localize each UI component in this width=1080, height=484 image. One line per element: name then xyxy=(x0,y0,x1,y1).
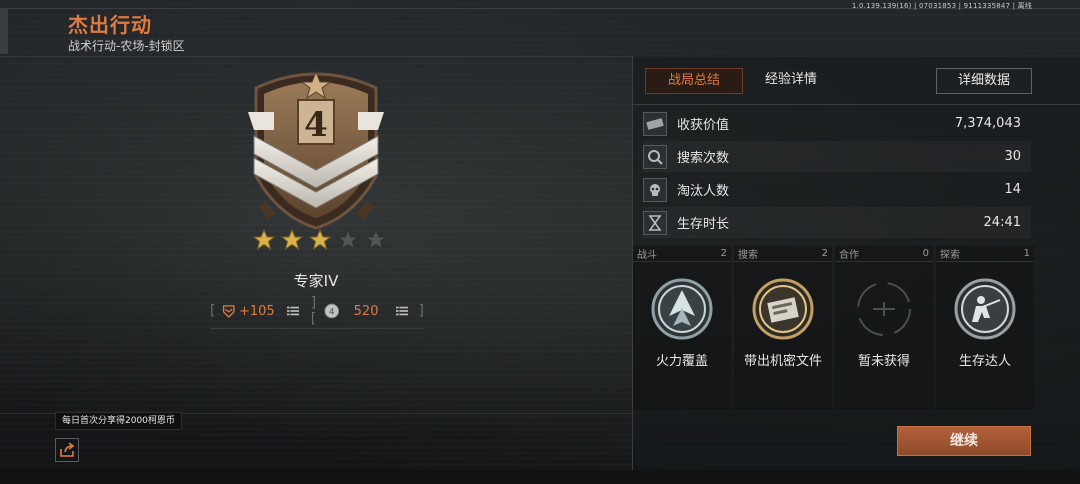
tab-battle-summary[interactable]: 战局总结 xyxy=(645,68,744,94)
medal-card-combat[interactable]: 战斗 2 火力覆盖 xyxy=(633,246,731,410)
version-text: 1.0.139.139(16) | 07031853 | 9111335847 … xyxy=(851,2,1032,10)
star-filled-icon xyxy=(308,228,332,251)
page-subtitle: 战术行动-农场-封锁区 xyxy=(68,39,185,53)
medal-category: 战斗 xyxy=(637,250,657,261)
share-tooltip: 每日首次分享得2000柯恩币 xyxy=(55,412,182,430)
stat-row-eliminations: 淘汰人数 14 xyxy=(643,174,1031,205)
tab-bar: 战局总结 经验详情 xyxy=(645,68,839,94)
skull-icon xyxy=(643,177,667,202)
medal-category: 搜索 xyxy=(738,250,758,261)
medal-count: 2 xyxy=(821,248,828,259)
rank-points-icon xyxy=(223,305,236,318)
bracket-right: ] xyxy=(418,303,424,319)
medal-name: 带出机密文件 xyxy=(743,354,822,369)
bracket-mid: ][ xyxy=(310,295,317,327)
stat-value: 24:41 xyxy=(983,215,1021,230)
star-filled-icon xyxy=(280,228,304,251)
medal-card-search[interactable]: 搜索 2 带出机密文件 xyxy=(734,246,832,410)
star-empty-icon xyxy=(336,228,360,251)
medal-category: 探索 xyxy=(940,250,960,261)
detailed-data-button[interactable]: 详细数据 xyxy=(936,68,1032,94)
svg-text:4: 4 xyxy=(329,307,334,317)
empty-medal-icon xyxy=(857,282,911,336)
left-border xyxy=(0,8,8,54)
stat-value: 30 xyxy=(1004,149,1021,164)
bracket-left: [ xyxy=(210,303,216,319)
medal-name: 生存达人 xyxy=(958,354,1011,369)
stat-label: 收获价值 xyxy=(677,118,730,133)
medal-category: 合作 xyxy=(839,250,859,261)
search-icon xyxy=(643,144,667,169)
stat-label: 生存时长 xyxy=(677,217,730,232)
rank-name: 专家IV xyxy=(293,272,339,290)
document-medal-icon xyxy=(752,278,814,340)
bottom-bar xyxy=(0,470,1080,484)
continue-button[interactable]: 继续 xyxy=(897,426,1031,456)
stat-value: 7,374,043 xyxy=(954,116,1021,131)
medal-count: 1 xyxy=(1023,248,1030,259)
medal-cards: 战斗 2 火力覆盖 搜索 2 带出机密文件 合作 0 暂未获得 探索 1 生存达… xyxy=(633,246,1034,416)
medal-name: 火力覆盖 xyxy=(655,354,708,369)
list-icon[interactable] xyxy=(286,306,299,316)
cash-icon xyxy=(643,111,667,136)
page-title: 杰出行动 xyxy=(68,13,152,37)
stat-row-searches: 搜索次数 30 xyxy=(643,141,1031,172)
stat-row-value: 收获价值 7,374,043 xyxy=(643,108,1031,139)
share-button[interactable] xyxy=(55,438,79,462)
stat-label: 淘汰人数 xyxy=(677,184,730,199)
tab-experience-details[interactable]: 经验详情 xyxy=(743,68,839,94)
rank-stars xyxy=(250,228,390,254)
rewards-divider xyxy=(210,328,424,329)
firepower-medal-icon xyxy=(651,278,713,340)
star-empty-icon xyxy=(364,228,388,251)
reward-coins: 520 xyxy=(353,303,379,319)
stat-value: 14 xyxy=(1004,182,1021,197)
reward-points: +105 xyxy=(238,303,275,319)
badge-number: 4 xyxy=(304,105,328,145)
hourglass-icon xyxy=(643,210,667,235)
list-icon[interactable] xyxy=(396,306,409,316)
stat-row-survival-time: 生存时长 24:41 xyxy=(643,207,1031,238)
coin-icon: 4 xyxy=(324,303,340,319)
star-filled-icon xyxy=(252,228,276,251)
stat-label: 搜索次数 xyxy=(677,151,730,166)
rewards-bar: [ +105 ][ 4 520 ] xyxy=(210,295,424,327)
medal-count: 0 xyxy=(922,248,929,259)
tabs-divider xyxy=(633,104,1080,105)
share-icon xyxy=(60,442,75,457)
medal-count: 2 xyxy=(720,248,727,259)
rank-badge-icon: 4 xyxy=(248,70,384,230)
medal-card-exploration[interactable]: 探索 1 生存达人 xyxy=(936,246,1034,410)
summary-panel: 战局总结 经验详情 详细数据 收获价值 7,374,043 搜索次数 30 淘汰… xyxy=(632,56,1080,470)
soldier-medal-icon xyxy=(954,278,1016,340)
medal-name: 暂未获得 xyxy=(857,354,910,369)
medal-card-cooperation[interactable]: 合作 0 暂未获得 xyxy=(835,246,933,410)
